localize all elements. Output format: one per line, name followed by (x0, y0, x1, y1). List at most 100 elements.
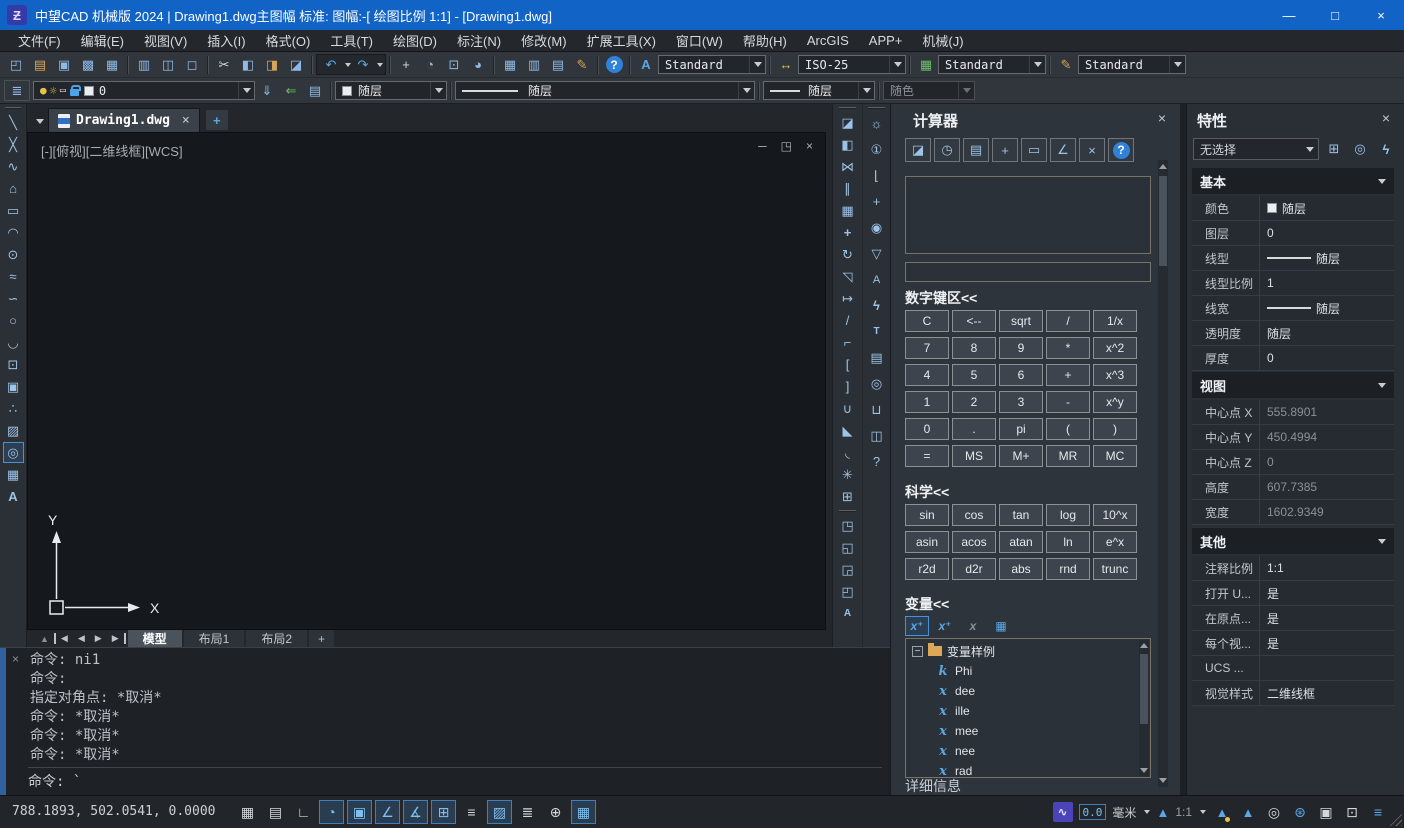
scientific-section-label[interactable]: 科学<< (905, 482, 949, 502)
dim-style-dropdown-icon[interactable] (889, 56, 905, 73)
menu-insert[interactable]: 插入(I) (197, 31, 255, 50)
draw-hatch-button[interactable]: ▨ (3, 420, 24, 441)
dynamic-ucs-button[interactable]: ⊞ (431, 800, 456, 824)
property-row-width[interactable]: 宽度 1602.9349 (1192, 500, 1394, 525)
modify-chamfer-button[interactable]: ◣ (837, 420, 858, 441)
units-dropdown-icon[interactable] (1144, 810, 1150, 814)
key-log[interactable]: log (1046, 504, 1090, 526)
table-style-dropdown-icon[interactable] (1029, 56, 1045, 73)
linetype-dropdown-icon[interactable] (738, 82, 754, 99)
variable-item[interactable]: k Phi (906, 661, 1150, 681)
modify-fillet-button[interactable]: ◟ (837, 442, 858, 463)
zwcad-logo-icon[interactable]: ∿ (1053, 802, 1073, 822)
menu-arcgis[interactable]: ArcGIS (797, 33, 859, 48)
save-as-button[interactable]: ▩ (76, 54, 100, 75)
key-C[interactable]: C (905, 310, 949, 332)
viewport-close-icon[interactable]: × (806, 139, 813, 153)
property-row-per-viewport[interactable]: 每个视... 是 (1192, 631, 1394, 656)
pan-button[interactable]: + (394, 54, 418, 75)
mech-tool-1-button[interactable]: ☼ (866, 113, 887, 134)
tab-layout2[interactable]: 布局2 (246, 630, 307, 647)
calc-intersection-button[interactable]: × (1079, 138, 1105, 162)
mech-tool-4-button[interactable]: + (866, 191, 887, 212)
key-minus[interactable]: - (1046, 391, 1090, 413)
fullscreen-button[interactable]: ⊡ (1342, 800, 1362, 824)
tab-layout1[interactable]: 布局1 (184, 630, 245, 647)
layer-dropdown-icon[interactable] (238, 82, 254, 99)
toggle-pickadd-button[interactable]: ϟ (1375, 139, 1397, 159)
draworder-above-button[interactable]: ◲ (837, 559, 858, 580)
group-view-header[interactable]: 视图 (1192, 372, 1394, 398)
insert-block-button[interactable]: ⊡ (3, 354, 24, 375)
key-decimal[interactable]: . (952, 418, 996, 440)
zoom-realtime-button[interactable]: ◔ (418, 54, 442, 75)
object-snap-tracking-button[interactable]: ∡ (403, 800, 428, 824)
group-basic-header[interactable]: 基本 (1192, 168, 1394, 194)
modify-break-at-point-button[interactable]: [ (837, 354, 858, 375)
key-sqrt[interactable]: sqrt (999, 310, 1043, 332)
table-style-icon[interactable]: ▦ (914, 54, 938, 75)
property-row-annotation-scale[interactable]: 注释比例 1:1 (1192, 556, 1394, 581)
selection-combo[interactable]: 无选择 (1193, 138, 1319, 160)
draw-spline-button[interactable]: ∽ (3, 288, 24, 309)
dim-style-icon[interactable]: ↔ (774, 54, 798, 75)
key-atan[interactable]: atan (999, 531, 1043, 553)
toolbar-grip[interactable] (868, 107, 885, 109)
property-row-lineweight[interactable]: 线宽 随层 (1192, 296, 1394, 321)
zoom-previous-button[interactable]: ◕ (466, 54, 490, 75)
minimize-button[interactable]: — (1266, 0, 1312, 30)
quick-select-button[interactable]: ⊞ (1323, 139, 1345, 159)
help-button[interactable]: ? (602, 54, 626, 75)
key-MR[interactable]: MR (1046, 445, 1090, 467)
key-equals[interactable]: = (905, 445, 949, 467)
key-ex[interactable]: e^x (1093, 531, 1137, 553)
draw-point-button[interactable]: ∴ (3, 398, 24, 419)
menu-tools[interactable]: 工具(T) (320, 31, 383, 50)
menu-modify[interactable]: 修改(M) (511, 31, 577, 50)
viewport-controls-label[interactable]: [-][俯视][二维线框][WCS] (41, 141, 183, 160)
menu-mechanical[interactable]: 机械(J) (912, 31, 973, 50)
annotation-scale-icon[interactable]: ▲ (1156, 805, 1169, 820)
settings-button[interactable]: ⊛ (1290, 800, 1310, 824)
tab-list-dropdown-icon[interactable] (32, 110, 48, 132)
key-cos[interactable]: cos (952, 504, 996, 526)
linetype-combo[interactable]: 随层 (455, 81, 755, 100)
close-button[interactable]: × (1358, 0, 1404, 30)
key-2[interactable]: 2 (952, 391, 996, 413)
draw-polygon-button[interactable]: ⌂ (3, 178, 24, 199)
layout-up-icon[interactable]: ▲ (35, 634, 54, 644)
numpad-section-label[interactable]: 数字键区<< (905, 288, 977, 308)
key-cube[interactable]: x^3 (1093, 364, 1137, 386)
modify-copy-button[interactable]: ◧ (837, 134, 858, 155)
tree-folder-row[interactable]: − 变量样例 (906, 641, 1150, 661)
resize-grip[interactable] (1388, 812, 1402, 826)
key-close-paren[interactable]: ) (1093, 418, 1137, 440)
property-row-layer[interactable]: 图层 0 (1192, 221, 1394, 246)
variable-item[interactable]: x dee (906, 681, 1150, 701)
group-other-header[interactable]: 其他 (1192, 528, 1394, 554)
calc-get-coordinates-button[interactable]: + (992, 138, 1018, 162)
property-row-center-y[interactable]: 中心点 Y 450.4994 (1192, 425, 1394, 450)
key-4[interactable]: 4 (905, 364, 949, 386)
cut-button[interactable]: ✂ (212, 54, 236, 75)
tree-scrollbar[interactable] (1139, 640, 1149, 776)
annotation-autoscale-button[interactable]: ▲ (1238, 800, 1258, 824)
maximize-button[interactable]: □ (1312, 0, 1358, 30)
draw-xline-button[interactable]: ╳ (3, 134, 24, 155)
color-dropdown-icon[interactable] (430, 82, 446, 99)
key-pi[interactable]: pi (999, 418, 1043, 440)
draworder-front-button[interactable]: ◳ (837, 515, 858, 536)
publish-button[interactable]: ◻ (180, 54, 204, 75)
mech-tool-7-button[interactable]: A (866, 269, 887, 290)
draw-rectangle-button[interactable]: ▭ (3, 200, 24, 221)
select-objects-button[interactable]: ◎ (1349, 139, 1371, 159)
print-preview-button[interactable]: ◫ (156, 54, 180, 75)
menu-edit[interactable]: 编辑(E) (71, 31, 134, 50)
layer-plot-icon[interactable]: ▭ (60, 85, 66, 96)
layer-manager-button[interactable]: ≣ (4, 80, 30, 101)
make-layer-current-button[interactable]: ⇓ (255, 80, 279, 101)
key-3[interactable]: 3 (999, 391, 1043, 413)
layout-prev-icon[interactable]: ◀ (73, 633, 90, 644)
draw-line-button[interactable]: ╲ (3, 112, 24, 133)
draw-ellipse-arc-button[interactable]: ◡ (3, 332, 24, 353)
